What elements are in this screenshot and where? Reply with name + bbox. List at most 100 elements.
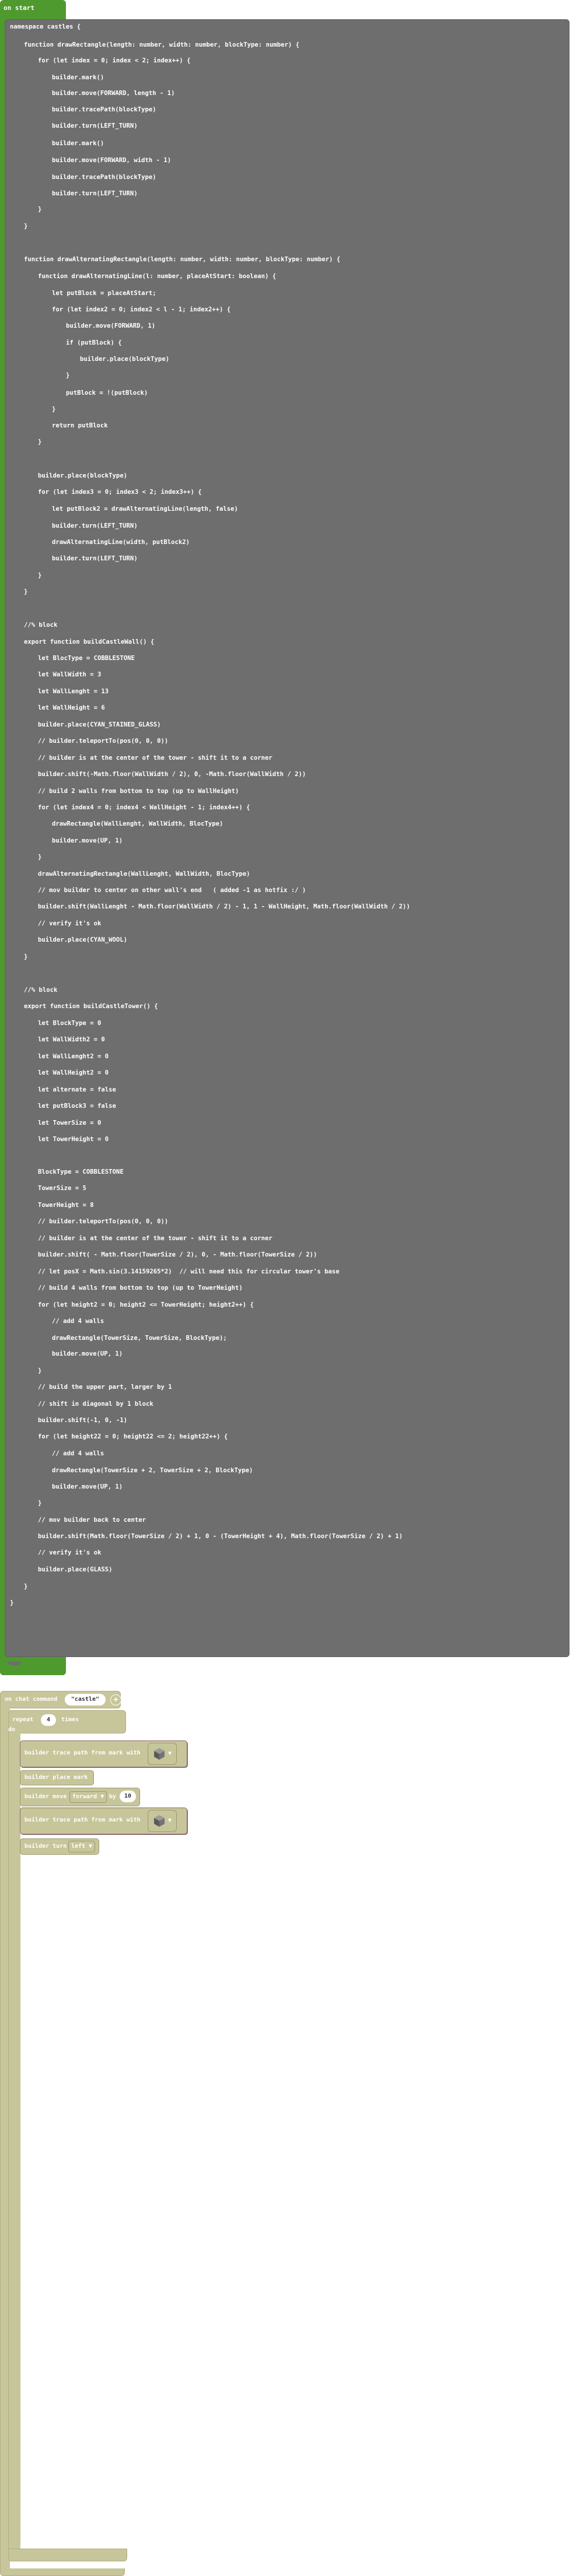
- code-line: builder.shift(-1, 0, -1): [38, 1417, 128, 1424]
- code-line: builder.tracePath(blockType): [52, 174, 156, 181]
- code-line: for (let height2 = 0; height2 <= TowerHe…: [38, 1301, 254, 1308]
- code-line: for (let index4 = 0; index4 < WallHeight…: [38, 804, 250, 811]
- code-line: builder.turn(LEFT_TURN): [52, 122, 138, 129]
- trace-path-label: builder trace path from mark with: [25, 1750, 141, 1756]
- place-mark-block[interactable]: builder place mark: [20, 1770, 94, 1785]
- code-line: let BlocType = COBBLESTONE: [38, 655, 135, 662]
- trace-path-block-2[interactable]: builder trace path from mark with ▼: [20, 1808, 187, 1834]
- code-line: putBlock = !(putBlock): [66, 389, 148, 396]
- block-picker-1[interactable]: ▼: [148, 1743, 177, 1765]
- code-line: BlockType = COBBLESTONE: [38, 1168, 124, 1175]
- code-line: //% block: [24, 622, 58, 629]
- code-line: builder.move(FORWARD, length - 1): [52, 90, 175, 97]
- code-line: function drawRectangle(length: number, w…: [24, 41, 299, 48]
- block-cube-icon: [154, 1748, 165, 1760]
- code-line: let putBlock2 = drawAlternatingLine(leng…: [52, 506, 238, 513]
- code-line: // build the upper part, larger by 1: [38, 1384, 172, 1391]
- code-line: builder.mark(): [52, 140, 104, 147]
- code-line: }: [24, 1583, 28, 1590]
- code-line: let BlockType = 0: [38, 1020, 102, 1027]
- code-line: let putBlock = placeAtStart;: [52, 290, 156, 297]
- code-line: // builder is at the center of the tower…: [38, 754, 272, 761]
- code-line: drawAlternatingLine(width, putBlock2): [52, 539, 190, 546]
- code-line: builder.turn(LEFT_TURN): [52, 190, 138, 197]
- trace-path-block-1[interactable]: builder trace path from mark with ▼: [20, 1740, 187, 1767]
- code-line: if (putBlock) {: [66, 339, 122, 346]
- turn-block[interactable]: builder turn left ▼: [20, 1838, 99, 1855]
- code-line: builder.move(UP, 1): [52, 1350, 123, 1357]
- code-line: builder.turn(LEFT_TURN): [52, 555, 138, 562]
- turn-dropdown[interactable]: left ▼: [68, 1841, 96, 1852]
- move-amount-input[interactable]: 10: [120, 1791, 136, 1802]
- code-line: builder.shift(Math.floor(TowerSize / 2) …: [38, 1533, 403, 1540]
- code-line: // builder.teleportTo(pos(0, 0, 0)): [38, 1218, 169, 1225]
- code-line: drawRectangle(TowerSize + 2, TowerSize +…: [52, 1467, 253, 1474]
- move-label: builder move: [25, 1794, 67, 1800]
- code-line: let TowerHeight = 0: [38, 1136, 109, 1143]
- code-line: builder.place(CYAN_STAINED_GLASS): [38, 721, 161, 728]
- chevron-down-icon: ▼: [89, 1843, 93, 1849]
- repeat-label: repeat: [12, 1717, 34, 1723]
- code-line: builder.place(blockType): [80, 356, 170, 363]
- code-line: builder.place(GLASS): [38, 1566, 113, 1573]
- code-line: namespace castles {: [10, 23, 81, 30]
- code-line: // mov builder back to center: [38, 1517, 146, 1524]
- chevron-down-icon: ▼: [168, 1817, 172, 1824]
- code-line: builder.place(CYAN_WOOL): [38, 936, 128, 943]
- code-line: drawAlternatingRectangle(WallLenght, Wal…: [38, 871, 250, 878]
- code-line: let WallLenght2 = 0: [38, 1053, 109, 1060]
- code-line: }: [38, 438, 42, 445]
- code-line: // verify it's ok: [38, 1549, 102, 1556]
- code-line: builder.move(UP, 1): [52, 837, 123, 844]
- chevron-down-icon: ▼: [100, 1794, 104, 1800]
- code-line: builder.shift(-Math.floor(WallWidth / 2)…: [38, 771, 306, 778]
- code-line: // builder.teleportTo(pos(0, 0, 0)): [38, 738, 169, 745]
- code-line: }: [38, 572, 42, 579]
- code-line: drawRectangle(WallLenght, WallWidth, Blo…: [52, 820, 223, 827]
- code-line: builder.move(FORWARD, width - 1): [52, 157, 172, 164]
- code-line: }: [10, 1599, 14, 1606]
- chevron-down-icon: ▼: [168, 1750, 172, 1757]
- on-chat-command-block[interactable]: on chat command "castle" +: [0, 1691, 121, 1708]
- code-line: // builder is at the center of the tower…: [38, 1235, 272, 1242]
- code-line: export function buildCastleWall() {: [24, 638, 155, 645]
- trace-path-label: builder trace path from mark with: [25, 1817, 141, 1823]
- direction-dropdown[interactable]: forward ▼: [69, 1791, 107, 1803]
- block-picker-2[interactable]: ▼: [148, 1810, 177, 1832]
- code-line: let WallHeight = 6: [38, 704, 105, 711]
- code-line: // let posX = Math.sin(3.14159265*2) // …: [38, 1268, 340, 1275]
- by-label: by: [109, 1794, 117, 1800]
- block-cube-icon: [154, 1815, 165, 1827]
- code-line: }: [24, 953, 28, 960]
- code-line: export function buildCastleTower() {: [24, 1003, 158, 1010]
- on-start-end-notch: [0, 1662, 66, 1675]
- code-line: builder.move(UP, 1): [52, 1483, 123, 1490]
- code-line: builder.place(blockType): [38, 472, 128, 479]
- code-line: // shift in diagonal by 1 block: [38, 1401, 153, 1408]
- code-line: drawRectangle(TowerSize, TowerSize, Bloc…: [52, 1335, 227, 1342]
- repeat-count-input[interactable]: 4: [41, 1714, 56, 1726]
- add-parameter-button[interactable]: +: [110, 1694, 121, 1705]
- code-line: let WallWidth = 3: [38, 671, 102, 678]
- repeat-body: [8, 1732, 20, 2549]
- code-line: return putBlock: [52, 422, 108, 429]
- repeat-times-label: times: [61, 1717, 79, 1723]
- repeat-block[interactable]: repeat 4 times: [8, 1710, 126, 1733]
- code-line: builder.mark(): [52, 74, 104, 81]
- move-block[interactable]: builder move forward ▼ by 10: [20, 1788, 140, 1806]
- code-line: builder.shift( - Math.floor(TowerSize / …: [38, 1251, 317, 1258]
- on-chat-command-label: on chat command: [5, 1696, 58, 1703]
- code-line: }: [52, 406, 56, 413]
- code-line: let putBlock3 = false: [38, 1103, 116, 1110]
- code-line: TowerSize = 5: [38, 1185, 86, 1192]
- turn-value: left: [71, 1843, 86, 1849]
- code-line: // build 2 walls from bottom to top (up …: [38, 788, 239, 795]
- code-line: let WallHeight2 = 0: [38, 1069, 109, 1076]
- code-line: }: [24, 223, 28, 230]
- chat-command-input[interactable]: "castle": [65, 1694, 106, 1705]
- code-line: }: [38, 1367, 42, 1374]
- repeat-end: [8, 2549, 127, 2561]
- code-line: builder.tracePath(blockType): [52, 106, 156, 113]
- code-line: builder.turn(LEFT_TURN): [52, 522, 138, 529]
- code-line: // mov builder to center on other wall's…: [38, 887, 306, 894]
